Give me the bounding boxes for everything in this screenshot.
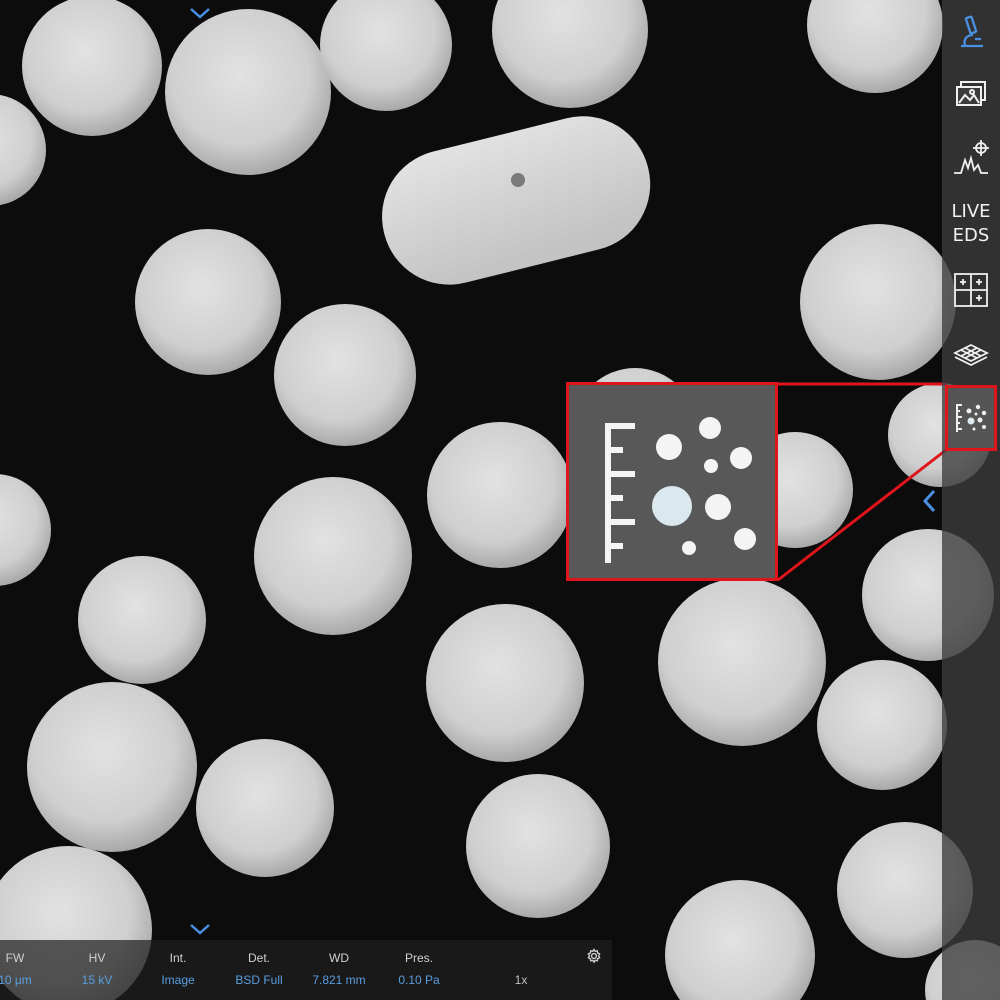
microscope-icon[interactable] — [946, 8, 996, 58]
particle — [274, 304, 416, 446]
live-eds-label-line2: EDS — [952, 225, 990, 246]
particle — [165, 9, 331, 175]
particle — [27, 682, 197, 852]
spectrum-target-icon[interactable] — [946, 133, 996, 183]
layered-map-icon[interactable] — [946, 328, 996, 378]
particle — [817, 660, 947, 790]
live-eds-button[interactable]: LIVE EDS — [946, 198, 996, 250]
particle — [658, 578, 826, 746]
status-field-scan: 1x — [471, 940, 571, 1000]
particle-analysis-callout — [566, 382, 778, 581]
status-field-pres: Pres. 0.10 Pa — [369, 940, 469, 1000]
status-value: 0.10 Pa — [398, 973, 440, 987]
chevron-down-icon[interactable] — [188, 6, 212, 20]
status-label: Pres. — [404, 951, 433, 965]
particle — [466, 774, 610, 918]
particle — [22, 0, 162, 136]
chevron-down-icon[interactable] — [188, 922, 212, 936]
particle-defect — [511, 173, 525, 187]
particle-analysis-icon — [605, 417, 756, 563]
particle — [254, 477, 412, 635]
chevron-left-icon[interactable] — [920, 488, 938, 514]
status-value: 1x — [514, 973, 528, 987]
sem-application: LIVE EDS FW 10 μm HV 15 kV Int. Image De… — [0, 0, 1000, 1000]
particle — [78, 556, 206, 684]
gear-icon[interactable] — [586, 948, 602, 964]
particle — [196, 739, 334, 877]
particle — [135, 229, 281, 375]
particle — [426, 604, 584, 762]
grid-tile-icon[interactable] — [946, 265, 996, 315]
particle-analysis-icon[interactable] — [945, 385, 997, 451]
live-eds-label-line1: LIVE — [951, 201, 991, 222]
status-bar: FW 10 μm HV 15 kV Int. Image Det. BSD Fu… — [0, 940, 612, 1000]
particle — [427, 422, 573, 568]
particle — [800, 224, 956, 380]
image-gallery-icon[interactable] — [946, 70, 996, 120]
sem-image-viewport[interactable] — [0, 0, 1000, 1000]
